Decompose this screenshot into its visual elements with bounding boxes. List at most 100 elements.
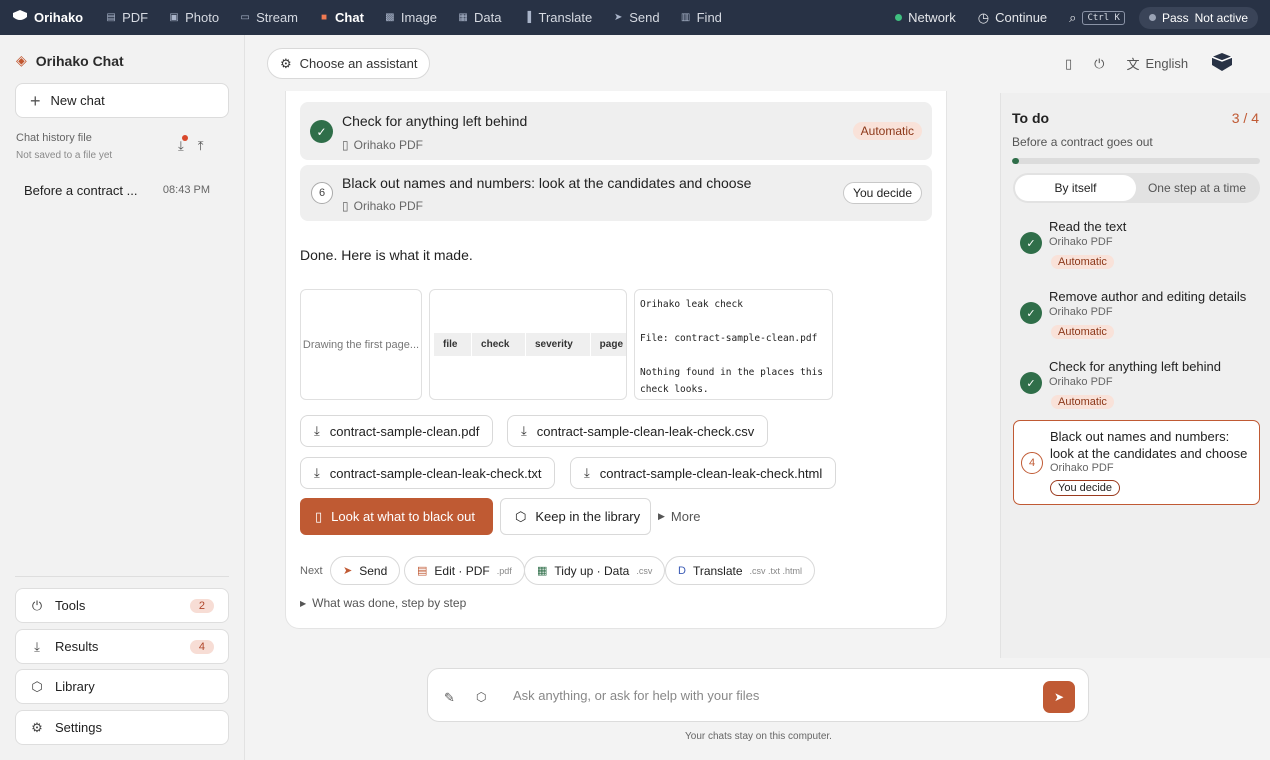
nav-label: PDF	[122, 10, 149, 25]
document-icon[interactable]: ▯	[1065, 56, 1072, 72]
nav-pdf[interactable]: ▤ PDF	[95, 0, 158, 35]
todo-item-current[interactable]: 4 Black out names and numbers: look at t…	[1013, 420, 1260, 505]
nav-translate[interactable]: ▐ Translate	[512, 0, 603, 35]
nav-label: Translate	[538, 10, 593, 25]
check-icon: ✓	[1020, 232, 1042, 254]
stream-icon: ▭	[240, 12, 250, 23]
more-label: More	[670, 509, 701, 524]
download-file-button[interactable]: ⤓ contract-sample-clean-leak-check.html	[570, 457, 837, 489]
chip-ext: .pdf	[496, 565, 512, 576]
todo-item-title: Read the text	[1049, 219, 1127, 234]
chat-icon: ■	[320, 12, 328, 23]
history-actions: ⤓ ⤒	[178, 135, 204, 154]
table-header: check	[471, 333, 526, 356]
download-file-button[interactable]: ⤓ contract-sample-clean-leak-check.csv	[507, 415, 769, 447]
todo-item[interactable]: ✓ Read the text Orihako PDF Automatic	[1013, 218, 1260, 278]
layers-icon: ◈	[16, 52, 27, 68]
plug-icon[interactable]: ⏻	[1094, 56, 1104, 72]
image-icon: ▩	[385, 12, 395, 23]
mode-by-itself[interactable]: By itself	[1015, 175, 1136, 201]
result-text: Done. Here is what it made.	[300, 247, 473, 263]
command-search[interactable]: ⌕ Ctrl K	[1061, 10, 1133, 26]
language-button[interactable]: 文 English	[1126, 54, 1188, 73]
brand[interactable]: Orihako	[0, 10, 95, 25]
nav-image[interactable]: ▩ Image	[374, 0, 447, 35]
plug-icon: ⏻	[31, 597, 43, 613]
message-input[interactable]: Ask anything, or ask for help with your …	[513, 688, 759, 703]
chat-title: Before a contract ...	[24, 182, 138, 198]
choose-assistant-button[interactable]: ⚙ Choose an assistant	[267, 48, 431, 79]
brand-name: Orihako	[34, 10, 84, 25]
look-at-blackout-button[interactable]: ▯ Look at what to black out	[300, 498, 493, 535]
step-number: 4	[1021, 452, 1043, 474]
pdf-preview[interactable]: Drawing the first page...	[300, 289, 422, 400]
new-chat-label: New chat	[50, 93, 105, 108]
paperclip-icon[interactable]: ✎	[444, 690, 455, 706]
decide-badge: You decide	[1050, 480, 1121, 496]
count-badge: 2	[189, 598, 214, 613]
download-file-button[interactable]: ⤓ contract-sample-clean-leak-check.txt	[300, 457, 556, 489]
assistant-label: Choose an assistant	[299, 56, 418, 71]
decide-badge[interactable]: You decide	[843, 182, 922, 204]
send-icon: ➤	[1053, 690, 1065, 704]
send-button[interactable]: ➤	[1043, 681, 1075, 713]
tools-button[interactable]: ⏻ Tools 2	[15, 588, 229, 623]
todo-item[interactable]: ✓ Remove author and editing details Orih…	[1013, 288, 1260, 348]
download-icon: ⤓	[34, 638, 40, 654]
steps-disclosure[interactable]: ▶ What was done, step by step	[300, 596, 466, 610]
chat-history-item[interactable]: Before a contract ... 08:43 PM	[16, 175, 228, 205]
todo-item-title: Black out names and numbers: look at the…	[1050, 429, 1248, 461]
step-sub: ▯ Orihako PDF	[342, 138, 423, 152]
next-tidy-data-chip[interactable]: ▦ Tidy up · Data .csv	[524, 556, 666, 585]
download-icon[interactable]: ⤓	[178, 135, 188, 154]
next-send-chip[interactable]: ➤ Send	[330, 556, 401, 585]
todo-item[interactable]: ✓ Check for anything left behind Orihako…	[1013, 358, 1260, 418]
search-icon: ⌕	[1069, 9, 1077, 25]
step-tool: Orihako PDF	[353, 199, 423, 213]
step-number: 6	[311, 182, 333, 204]
nav-data[interactable]: ▦ Data	[447, 0, 511, 35]
nav-find[interactable]: ▥ Find	[670, 0, 732, 35]
pass-status[interactable]: Pass Not active	[1138, 6, 1258, 29]
todo-item-tool: Orihako PDF	[1049, 306, 1113, 318]
new-chat-button[interactable]: + New chat	[15, 83, 229, 118]
mode-one-step[interactable]: One step at a time	[1136, 175, 1258, 201]
document-icon: ▯	[315, 508, 323, 524]
network-status[interactable]: Network	[887, 10, 964, 25]
status-badge: Automatic	[852, 122, 922, 140]
library-button[interactable]: ⬡ Library	[15, 669, 229, 704]
continue-button[interactable]: ◷ Continue	[970, 10, 1055, 26]
upload-icon[interactable]: ⤒	[198, 138, 204, 154]
steps-link-label: What was done, step by step	[312, 596, 467, 610]
settings-button[interactable]: ⚙ Settings	[15, 710, 229, 745]
check-icon: ✓	[310, 120, 333, 143]
step-title: Check for anything left behind	[342, 113, 528, 129]
progress-bar	[1012, 158, 1260, 164]
sidebar-title-text: Orihako Chat	[35, 52, 124, 69]
history-label: Chat history file	[16, 132, 92, 144]
next-translate-chip[interactable]: D Translate .csv .txt .html	[665, 556, 816, 585]
box-icon[interactable]: ⬡	[476, 690, 486, 704]
nav-chat[interactable]: ■ Chat	[308, 0, 374, 35]
download-file-button[interactable]: ⤓ contract-sample-clean.pdf	[300, 415, 494, 447]
txt-preview[interactable]: Orihako leak check File: contract-sample…	[634, 289, 833, 400]
nav-photo[interactable]: ▣ Photo	[158, 0, 229, 35]
keep-in-library-button[interactable]: ⬡ Keep in the library	[500, 498, 651, 535]
nav-stream[interactable]: ▭ Stream	[229, 0, 308, 35]
more-toggle[interactable]: ▶ More	[658, 509, 701, 524]
continue-label: Continue	[995, 10, 1048, 25]
pdf-icon: ▤	[106, 12, 116, 23]
header-tools: ▯ ⏻ 文 English	[1065, 53, 1234, 74]
next-edit-pdf-chip[interactable]: ▤ Edit · PDF .pdf	[404, 556, 525, 585]
history-sub: Not saved to a file yet	[16, 150, 113, 161]
nav-send[interactable]: ➤ Send	[602, 0, 669, 35]
nav-label: Find	[696, 10, 722, 25]
csv-preview[interactable]: file check severity page deta	[429, 289, 627, 400]
check-icon: ✓	[1020, 372, 1042, 394]
box-icon: ⬡	[31, 678, 43, 694]
results-button[interactable]: ⤓ Results 4	[15, 629, 229, 664]
results-label: Results	[55, 639, 99, 654]
language-label: English	[1145, 56, 1189, 71]
box-logo-icon[interactable]	[1210, 53, 1234, 74]
top-bar: Orihako ▤ PDF ▣ Photo ▭ Stream ■ Chat ▩ Image…	[0, 0, 1270, 35]
